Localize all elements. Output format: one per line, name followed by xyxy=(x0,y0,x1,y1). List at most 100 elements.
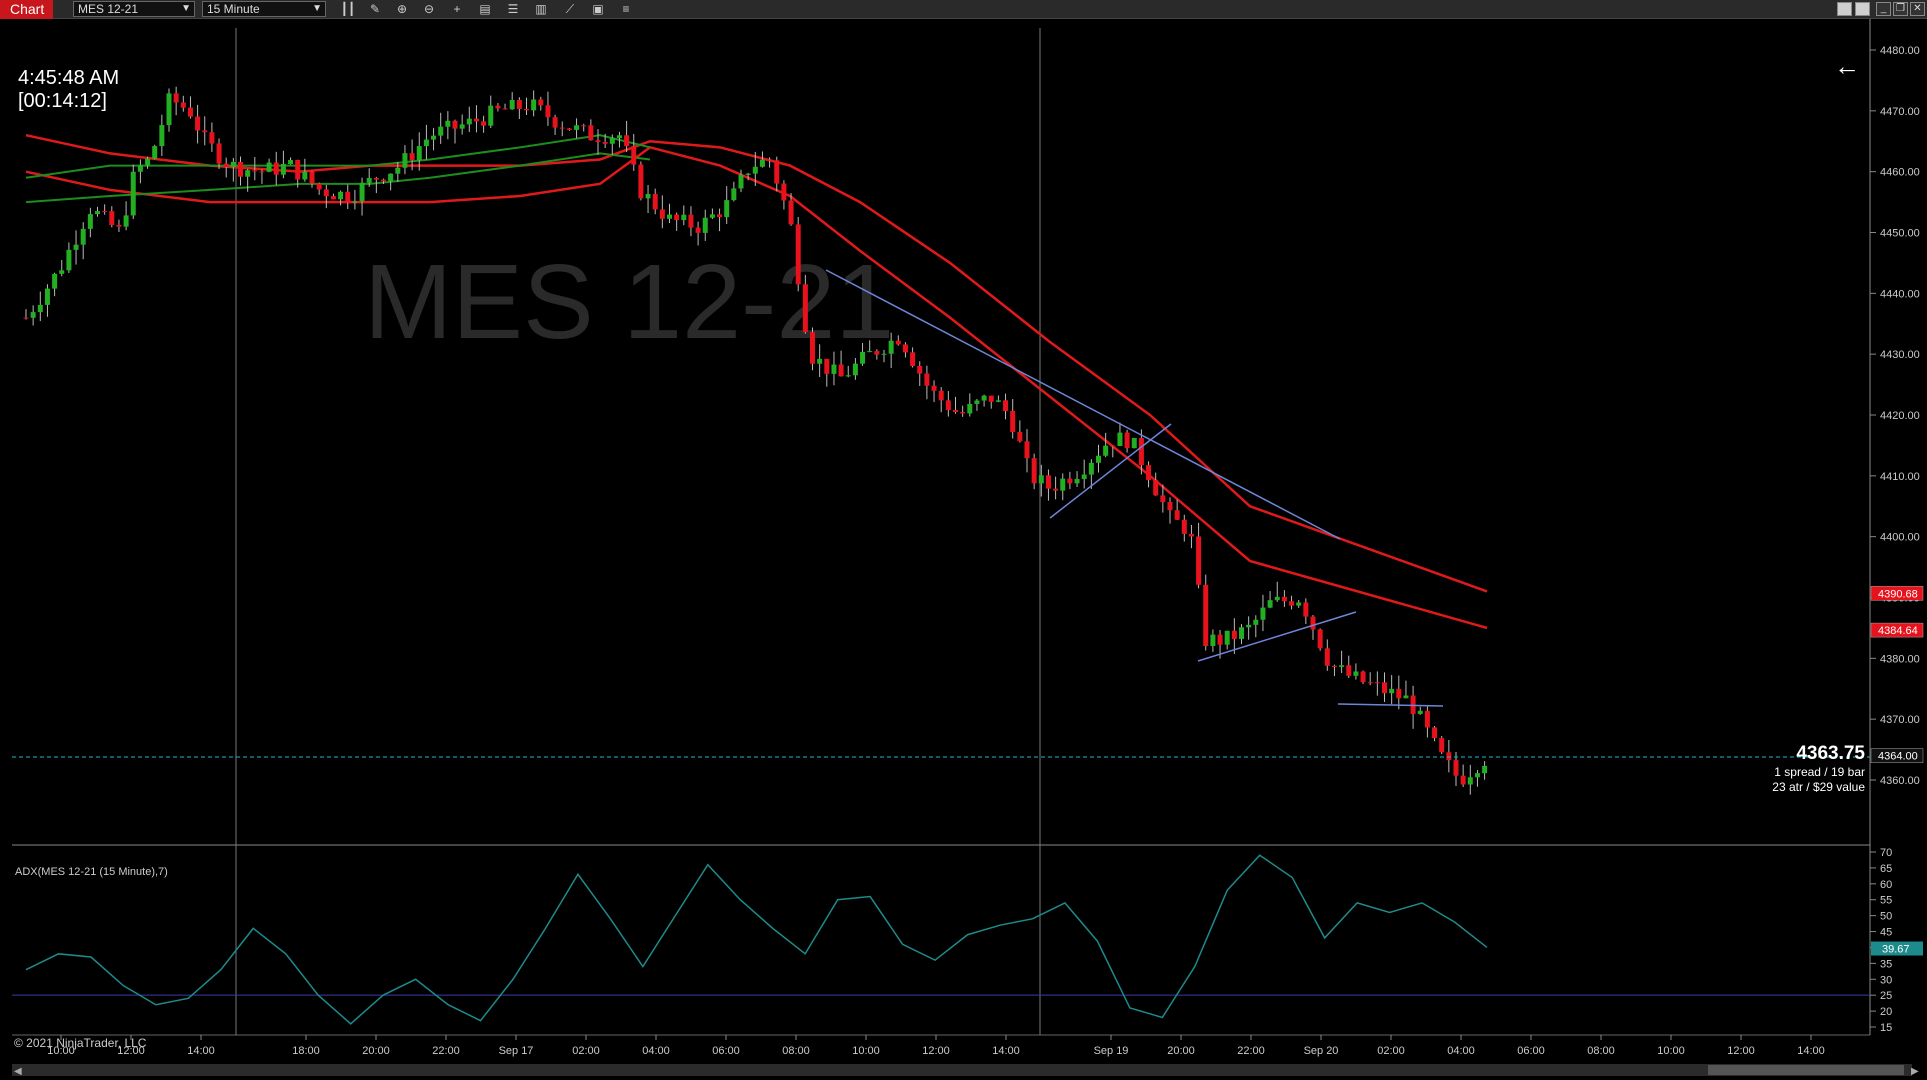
data-box-icon[interactable]: ▤ xyxy=(476,2,494,17)
candle-down xyxy=(1310,616,1316,630)
candle-up xyxy=(709,214,715,218)
candle-up xyxy=(352,201,358,203)
adx-tick-label: 25 xyxy=(1880,990,1892,1002)
chart-tab[interactable]: Chart xyxy=(0,0,53,19)
candle-down xyxy=(1424,710,1430,728)
candle-down xyxy=(1045,475,1051,489)
candle-down xyxy=(516,99,522,109)
candle-up xyxy=(338,191,344,200)
candle-up xyxy=(888,340,894,354)
strategies-icon[interactable]: ⟋ xyxy=(561,2,579,17)
candle-down xyxy=(1439,738,1445,753)
time-tick-label: 14:00 xyxy=(992,1045,1020,1057)
adx-tick-label: 45 xyxy=(1880,927,1892,939)
interval-select[interactable]: 15 Minute ▼ xyxy=(202,1,326,17)
candle-down xyxy=(1167,502,1173,511)
candle-down xyxy=(1367,682,1373,684)
candle-down xyxy=(802,284,808,333)
candle-down xyxy=(659,209,665,219)
price-tick-label: 4460.00 xyxy=(1880,167,1920,179)
candle-up xyxy=(831,364,837,374)
candle-up xyxy=(1482,765,1488,774)
layout-icon[interactable] xyxy=(1855,2,1870,16)
adx-tick-label: 15 xyxy=(1880,1022,1892,1034)
candle-up xyxy=(852,363,858,376)
clock-time: 4:45:48 AM xyxy=(18,67,120,89)
candle-up xyxy=(1131,437,1137,449)
adx-tick-label: 55 xyxy=(1880,895,1892,907)
ema-bands xyxy=(25,133,1488,630)
candle-up xyxy=(302,171,308,180)
candle-up xyxy=(967,403,973,414)
candle-down xyxy=(1360,671,1366,683)
candle-down xyxy=(1303,602,1309,617)
bar-type-icon[interactable]: ┃┃ xyxy=(339,2,357,17)
price-tick-label: 4450.00 xyxy=(1880,228,1920,240)
candle-down xyxy=(652,193,658,210)
close-icon[interactable]: ✕ xyxy=(1910,2,1925,16)
adx-tick-label: 50 xyxy=(1880,911,1892,923)
candle-up xyxy=(1353,671,1359,676)
time-tick-label: 14:00 xyxy=(1797,1045,1825,1057)
candle-down xyxy=(223,163,229,168)
candle-up xyxy=(745,173,751,175)
candle-down xyxy=(1382,682,1387,694)
candle-down xyxy=(495,105,501,109)
restore-icon[interactable]: ❐ xyxy=(1893,2,1908,16)
candle-down xyxy=(1174,510,1180,520)
candle-up xyxy=(731,188,737,201)
candle-up xyxy=(759,159,765,167)
time-tick-label: 12:00 xyxy=(1727,1045,1755,1057)
candle-up xyxy=(1403,695,1409,699)
draw-pencil-icon[interactable]: ✎ xyxy=(366,2,384,17)
candle-down xyxy=(960,412,966,414)
candle-up xyxy=(1239,627,1244,639)
candle-down xyxy=(1396,688,1402,699)
candle-down xyxy=(824,358,830,374)
candle-up xyxy=(145,158,151,166)
candle-down xyxy=(273,162,279,175)
arrow-left-icon[interactable]: ← xyxy=(1834,53,1860,79)
ema-green-line xyxy=(25,134,651,179)
candle-up xyxy=(130,171,136,216)
time-tick-label: 04:00 xyxy=(1447,1045,1475,1057)
candle-down xyxy=(1460,775,1466,785)
minimize-icon[interactable]: _ xyxy=(1876,2,1891,16)
templates-icon[interactable]: ▣ xyxy=(589,2,607,17)
candle-down xyxy=(373,178,379,180)
crosshair-icon[interactable]: + xyxy=(448,2,466,17)
indicators-icon[interactable]: ▥ xyxy=(532,2,550,17)
candle-up xyxy=(423,139,429,147)
price-chart[interactable]: MES 12-21 4480.004470.004460.004450.0044… xyxy=(0,19,1927,1080)
object-list-icon[interactable]: ≡ xyxy=(617,2,635,17)
candle-up xyxy=(981,395,987,401)
adx-label: ADX(MES 12-21 (15 Minute),7) xyxy=(15,866,168,878)
properties-icon[interactable]: ☰ xyxy=(504,2,522,17)
candle-down xyxy=(1067,478,1073,484)
candle-up xyxy=(1260,607,1266,620)
candle-up xyxy=(1117,432,1123,447)
candle-down xyxy=(409,153,415,161)
horizontal-scrollbar xyxy=(12,1064,1912,1076)
layout-icon[interactable] xyxy=(1837,2,1852,16)
candle-down xyxy=(602,141,608,144)
adx-tick-label: 65 xyxy=(1880,863,1892,875)
price-tick-label: 4380.00 xyxy=(1880,653,1920,665)
zoom-in-icon[interactable]: ⊕ xyxy=(393,2,411,17)
candle-down xyxy=(902,344,908,353)
candle-down xyxy=(545,105,551,118)
zoom-out-icon[interactable]: ⊖ xyxy=(420,2,438,17)
candle-up xyxy=(1096,455,1101,463)
candle-up xyxy=(1060,478,1066,491)
candle-down xyxy=(502,108,508,110)
chart-area[interactable]: MES 12-21 4480.00 4470.00 4460.00 4450.00 44… xyxy=(0,19,1927,1080)
candle-up xyxy=(1267,600,1273,608)
candle-up xyxy=(1103,445,1109,456)
price-axis: 4480.00 4470.00 4460.00 4450.00 4440.00 4430.… xyxy=(1870,45,1924,787)
candle-down xyxy=(988,395,994,402)
candle-up xyxy=(1224,630,1230,645)
scroll-right-icon: ▶ xyxy=(1911,1066,1919,1077)
instrument-select[interactable]: MES 12-21 ▼ xyxy=(73,1,195,17)
candle-down xyxy=(917,365,923,374)
candle-down xyxy=(195,116,201,131)
